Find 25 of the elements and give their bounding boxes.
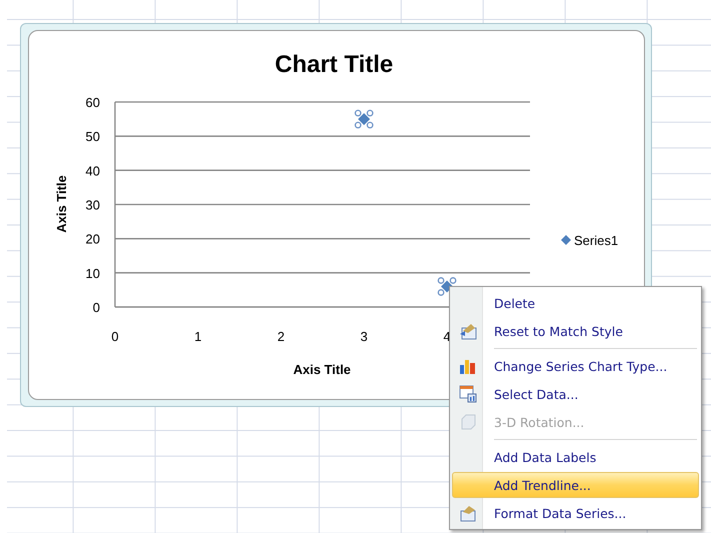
x-axis-title: Axis Title <box>292 362 350 377</box>
menu-item[interactable]: Add Data Labels <box>452 444 699 470</box>
menu-item[interactable]: Format Data Series... <box>452 500 699 526</box>
format-brush-icon <box>459 504 477 522</box>
data-point[interactable] <box>354 110 373 128</box>
x-tick-label: 4 <box>442 329 450 344</box>
y-tick-label: 40 <box>85 163 100 178</box>
paintbrush-form-icon <box>459 322 477 340</box>
x-tick-label: 3 <box>360 329 368 344</box>
x-tick-label: 0 <box>110 329 118 344</box>
y-tick-label: 60 <box>85 95 100 110</box>
y-tick-label: 30 <box>85 198 100 212</box>
menu-item[interactable]: Add Trendline... <box>452 472 699 498</box>
y-tick-label: 0 <box>92 300 100 315</box>
legend-label: Series1 <box>574 233 618 248</box>
chart-title: Chart Title <box>274 51 393 78</box>
bar-chart-icon <box>459 357 477 375</box>
cube-icon <box>459 413 477 431</box>
x-tick-label: 2 <box>276 329 284 344</box>
y-tick-label: 10 <box>85 266 100 281</box>
y-axis-title: Axis Title <box>54 175 68 233</box>
x-tick-label: 1 <box>194 329 202 344</box>
y-tick-label: 20 <box>85 232 100 247</box>
table-data-icon <box>459 385 477 403</box>
y-tick-label: 50 <box>85 129 100 144</box>
